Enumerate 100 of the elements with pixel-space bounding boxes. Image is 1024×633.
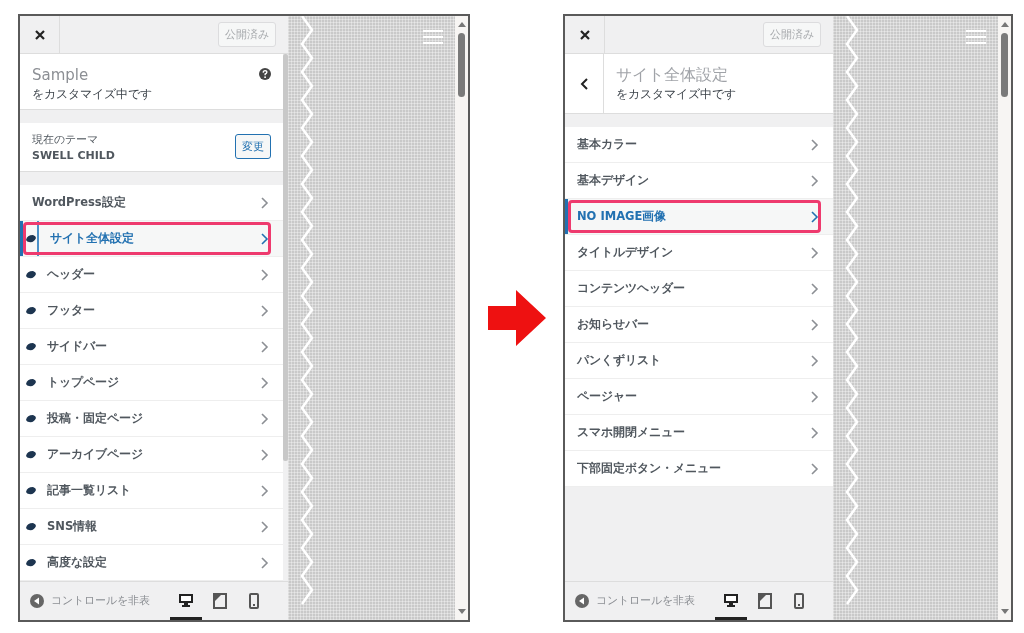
menu-item[interactable]: スマホ開閉メニュー [565, 415, 833, 451]
menu-item[interactable]: 投稿・固定ページ [20, 401, 283, 437]
menu-item[interactable]: パンくずリスト [565, 343, 833, 379]
close-icon [579, 29, 590, 40]
chevron-icon [811, 282, 819, 295]
change-button[interactable]: 変更 [235, 134, 271, 160]
chevron-icon [261, 340, 269, 353]
leaf-icon [25, 522, 37, 531]
item-label: コンテンツヘッダー [577, 281, 686, 296]
chevron-icon [811, 246, 819, 259]
item-label: アーカイブページ [46, 447, 144, 462]
menu-item[interactable]: トップページ [20, 365, 283, 401]
scroll-down-icon[interactable] [457, 609, 466, 614]
chevron-icon [261, 196, 269, 209]
item-label: 下部固定ボタン・メニュー [577, 461, 722, 476]
menu-item[interactable]: 高度な設定 [20, 545, 283, 581]
menu-item[interactable]: SNS情報 [20, 509, 283, 545]
menu-item[interactable]: ページャー [565, 379, 833, 415]
item-label: 高度な設定 [46, 555, 108, 570]
item-label: 投稿・固定ページ [46, 411, 144, 426]
panel-title: Sample [32, 66, 90, 84]
collapse-icon [30, 594, 44, 608]
item-label: ページャー [577, 389, 638, 404]
item-label: サイドバー [46, 339, 108, 354]
collapse-icon [575, 594, 589, 608]
panel-subtitle: をカスタマイズ中です [616, 87, 737, 102]
scrollbar-thumb[interactable] [1001, 33, 1008, 97]
menu-item[interactable]: サイドバー [20, 329, 283, 365]
chevron-icon [261, 448, 269, 461]
item-label: スマホ開閉メニュー [577, 425, 686, 440]
scroll-up-icon[interactable] [1000, 22, 1009, 27]
chevron-icon [261, 520, 269, 533]
item-label: NO IMAGE画像 [577, 209, 668, 224]
back-icon [580, 77, 588, 90]
panel-title: サイト全体設定 [616, 66, 729, 84]
panel-subtitle: をカスタマイズ中です [32, 87, 153, 102]
theme-name: SWELL CHILD [32, 148, 116, 162]
close-icon [34, 29, 45, 40]
chevron-icon [811, 210, 819, 223]
chevron-icon [261, 556, 269, 569]
menu-item[interactable]: 記事一覧リスト [20, 473, 283, 509]
item-label: 基本デザイン [577, 173, 650, 188]
tablet-icon [757, 593, 773, 609]
leaf-icon [25, 270, 37, 279]
item-label: 基本カラー [577, 137, 638, 152]
chevron-icon [811, 426, 819, 439]
leaf-icon [25, 450, 37, 459]
chevron-icon [811, 318, 819, 331]
leaf-icon [25, 558, 37, 567]
item-label: タイトルデザイン [577, 245, 674, 260]
leaf-icon [25, 378, 37, 387]
desktop-icon [723, 593, 739, 609]
menu-item[interactable]: サイト全体設定 [20, 221, 283, 257]
scroll-up-icon[interactable] [457, 22, 466, 27]
leaf-icon [25, 306, 37, 315]
item-label: トップページ [46, 375, 120, 390]
chevron-icon [811, 462, 819, 475]
browser-scrollbar[interactable] [455, 16, 468, 620]
item-label: お知らせバー [577, 317, 650, 332]
menu-item[interactable]: お知らせバー [565, 307, 833, 343]
leaf-icon [25, 234, 37, 243]
menu-item[interactable]: アーカイブページ [20, 437, 283, 473]
leaf-icon [25, 414, 37, 423]
scroll-down-icon[interactable] [1000, 609, 1009, 614]
mobile-icon [246, 593, 262, 609]
panel-scrollbar[interactable] [283, 54, 288, 461]
browser-scrollbar[interactable] [998, 16, 1011, 620]
item-label: ヘッダー [46, 267, 96, 282]
mobile-icon [791, 593, 807, 609]
menu-item[interactable]: WordPress設定 [20, 185, 283, 221]
menu-item[interactable]: ヘッダー [20, 257, 283, 293]
menu-item[interactable]: タイトルデザイン [565, 235, 833, 271]
leaf-icon [25, 342, 37, 351]
chevron-icon [261, 304, 269, 317]
chevron-icon [261, 412, 269, 425]
chevron-icon [261, 232, 269, 245]
chevron-icon [811, 354, 819, 367]
item-label: 記事一覧リスト [46, 483, 132, 498]
chevron-icon [811, 138, 819, 151]
scrollbar-thumb[interactable] [458, 33, 465, 97]
menu-item[interactable]: コンテンツヘッダー [565, 271, 833, 307]
chevron-icon [261, 268, 269, 281]
menu-item[interactable]: NO IMAGE画像 [565, 199, 833, 235]
menu-item[interactable]: 下部固定ボタン・メニュー [565, 451, 833, 487]
arrow-icon [487, 290, 546, 346]
menu-item[interactable]: 基本カラー [565, 127, 833, 163]
chevron-icon [261, 484, 269, 497]
item-label: WordPress設定 [32, 195, 127, 210]
chevron-icon [811, 174, 819, 187]
theme-label: 現在のテーマ [32, 131, 99, 147]
desktop-icon [178, 593, 194, 609]
chevron-icon [261, 376, 269, 389]
leaf-icon [25, 486, 37, 495]
menu-item[interactable]: 基本デザイン [565, 163, 833, 199]
chevron-icon [811, 390, 819, 403]
help-icon[interactable] [259, 68, 271, 80]
item-label: パンくずリスト [577, 353, 662, 368]
tablet-icon [212, 593, 228, 609]
item-label: SNS情報 [46, 519, 99, 534]
menu-item[interactable]: フッター [20, 293, 283, 329]
